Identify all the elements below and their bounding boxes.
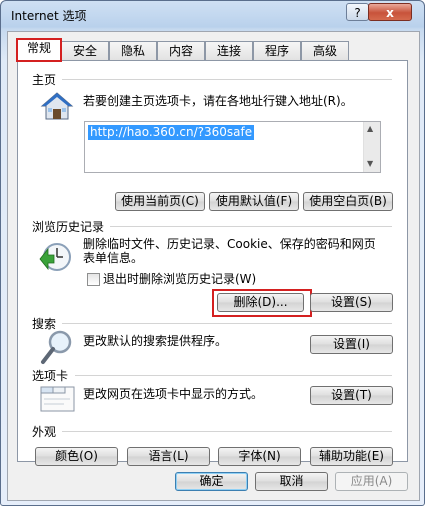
tab-general[interactable]: 常规 [16,38,62,62]
tabs-description: 更改网页在选项卡中显示的方式。 [83,387,264,401]
history-settings-button[interactable]: 设置(S) [310,293,393,312]
use-blank-button[interactable]: 使用空白页(B) [303,192,393,211]
history-divider [110,226,392,227]
delete-on-exit-label[interactable]: 退出时删除浏览历史记录(W) [103,272,256,286]
appearance-section-label: 外观 [32,425,57,439]
apply-button[interactable]: 应用(A) [335,472,408,491]
tabs-section-label: 选项卡 [32,369,69,383]
homepage-url-text: http://hao.360.cn/?360safe [88,125,255,140]
homepage-description: 若要创建主页选项卡，请在各地址行键入地址(R)。 [83,94,353,108]
delete-on-exit-checkbox[interactable] [87,273,100,286]
internet-options-window: Internet 选项 ? x 常规 安全 隐私 内容 连接 程序 高级 主页 [0,0,425,506]
accessibility-button[interactable]: 辅助功能(E) [310,447,393,466]
tab-connections[interactable]: 连接 [205,41,253,60]
general-tab-panel: 主页 若要创建主页选项卡，请在各地址行键入地址(R)。 http://hao.3… [17,60,408,466]
homepage-divider [62,79,392,80]
ok-button[interactable]: 确定 [175,472,248,491]
search-divider [62,323,392,324]
history-description-line2: 表单信息。 [83,251,144,265]
tabs-divider [75,375,392,376]
history-description-line1: 删除临时文件、历史记录、Cookie、保存的密码和网页 [83,237,376,251]
dialog-client-area: 常规 安全 隐私 内容 连接 程序 高级 主页 若要创建主页选项卡，请在各地址行… [7,31,420,501]
magnifier-icon [41,330,72,364]
browser-tabs-icon [40,386,75,412]
appearance-divider [62,431,392,432]
tab-advanced[interactable]: 高级 [301,41,349,60]
help-button[interactable]: ? [346,3,369,21]
history-section-label: 浏览历史记录 [32,220,105,234]
title-bar[interactable]: Internet 选项 ? x [1,1,424,29]
search-description: 更改默认的搜索提供程序。 [83,334,228,348]
use-current-page-button[interactable]: 使用当前页(C) [115,192,205,211]
history-clock-icon [39,243,71,271]
tabs-settings-button[interactable]: 设置(T) [310,386,393,405]
tab-privacy[interactable]: 隐私 [109,41,157,60]
search-settings-button[interactable]: 设置(I) [310,335,393,354]
languages-button[interactable]: 语言(L) [127,447,210,466]
tab-security[interactable]: 安全 [61,41,109,60]
colors-button[interactable]: 颜色(O) [35,447,118,466]
fonts-button[interactable]: 字体(N) [218,447,301,466]
window-title: Internet 选项 [11,9,87,23]
delete-history-button[interactable]: 删除(D)... [217,293,304,312]
homepage-scrollbar[interactable]: ▲ ▼ [363,122,380,172]
highlight-frame-tab [16,38,62,62]
house-icon [40,92,74,120]
homepage-url-field[interactable]: http://hao.360.cn/?360safe ▲ ▼ [84,121,381,173]
use-default-button[interactable]: 使用默认值(F) [209,192,299,211]
scroll-down-icon[interactable]: ▼ [367,159,373,168]
scroll-up-icon[interactable]: ▲ [367,124,373,133]
tab-content[interactable]: 内容 [157,41,205,60]
close-button[interactable]: x [368,3,412,21]
cancel-button[interactable]: 取消 [255,472,328,491]
tab-programs[interactable]: 程序 [253,41,301,60]
homepage-section-label: 主页 [32,73,57,87]
